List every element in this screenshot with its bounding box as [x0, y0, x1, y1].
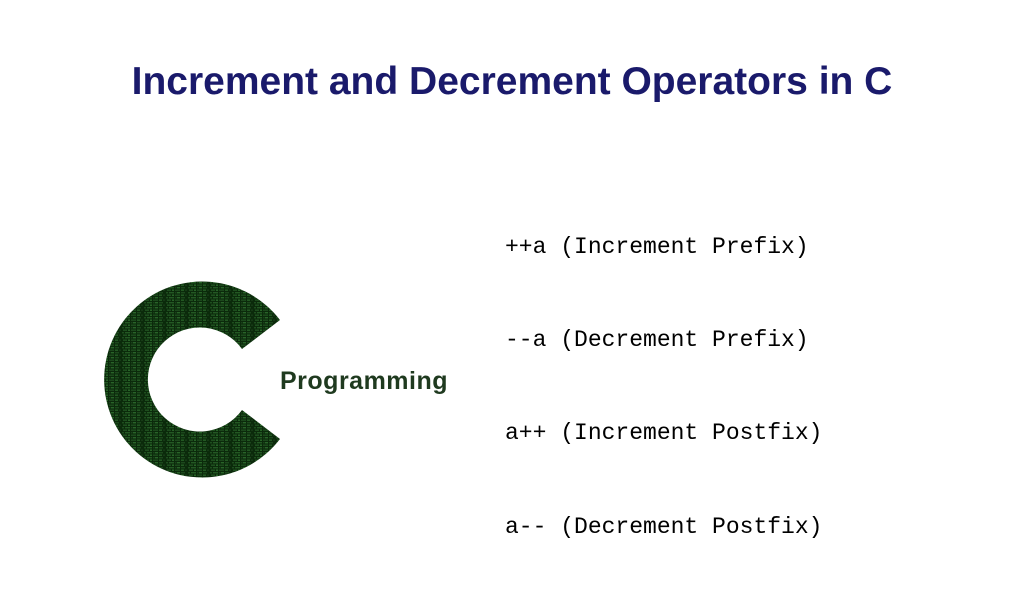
- content-row: Programming ++a (Increment Prefix) --a (…: [0, 170, 1024, 605]
- operators-list: ++a (Increment Prefix) --a (Decrement Pr…: [505, 170, 822, 605]
- c-programming-logo: Programming: [100, 262, 380, 512]
- operator-line: --a (Decrement Prefix): [505, 325, 822, 356]
- programming-label: Programming: [280, 367, 448, 396]
- operator-line: a++ (Increment Postfix): [505, 418, 822, 449]
- page-title: Increment and Decrement Operators in C: [0, 60, 1024, 104]
- operator-line: ++a (Increment Prefix): [505, 232, 822, 263]
- operator-line: a-- (Decrement Postfix): [505, 512, 822, 543]
